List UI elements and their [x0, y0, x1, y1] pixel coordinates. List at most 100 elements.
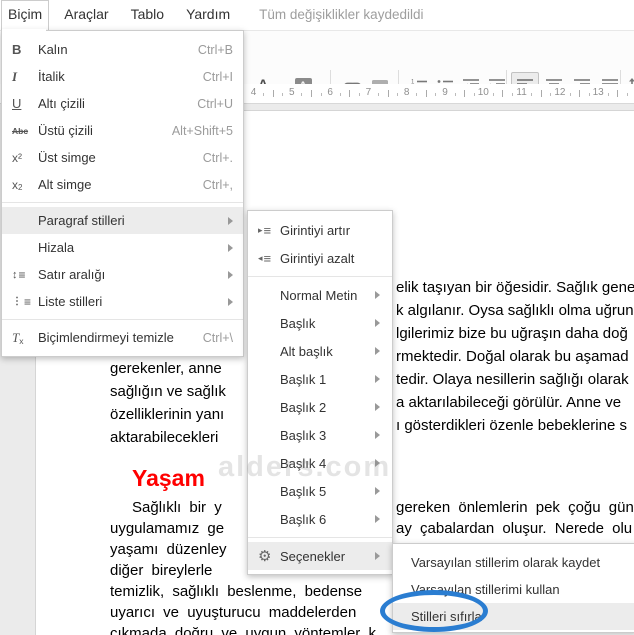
underline-icon	[12, 96, 38, 111]
ruler-tick	[512, 93, 513, 96]
menu-tab-biçim[interactable]: Biçim	[1, 0, 50, 30]
ruler-tick	[339, 93, 341, 96]
ruler-number: 8	[403, 87, 410, 98]
ruler-tick	[454, 93, 456, 96]
active-tab-connector	[2, 29, 46, 32]
menu-item-label: Seçenekler	[280, 548, 346, 564]
menu-item-label: Biçimlendirmeyi temizle	[38, 330, 174, 345]
subscript-icon	[12, 178, 38, 192]
submenu-arrow-icon	[375, 403, 380, 411]
menu-item-label: Liste stilleri	[38, 294, 103, 309]
menu-item-label: İtalik	[38, 69, 65, 84]
menu-item-label: Kalın	[38, 42, 68, 57]
style-options-menu: Varsayılan stillerim olarak kaydet Varsa…	[392, 543, 634, 633]
style-options-item-stilleri-sıfırla[interactable]: Stilleri sıfırla	[393, 603, 634, 630]
gear-icon	[258, 547, 280, 565]
ruler-tick	[310, 90, 312, 97]
submenu-arrow-icon	[228, 297, 233, 306]
google-docs-window: elik taşıyan bir öğesidir. Sağlık gene k …	[0, 0, 634, 635]
submenu-arrow-icon	[375, 487, 380, 495]
format-menu-item-alt-simge[interactable]: Alt simge Ctrl+,	[2, 171, 243, 198]
menu-item-label: Normal Metin	[280, 287, 358, 303]
format-menu-item-hizala[interactable]: Hizala	[2, 234, 243, 261]
ruler-tick	[502, 90, 504, 97]
menu-item-shortcut: Ctrl+,	[202, 177, 233, 192]
ruler-tick	[492, 93, 494, 96]
format-menu-item-üst-simge[interactable]: Üst simge Ctrl+.	[2, 144, 243, 171]
paragraph-styles-menu: Girintiyi artır Girintiyi azalt Normal M…	[247, 210, 393, 575]
indent-increase-icon	[258, 223, 280, 238]
menubar-tabs: Biçim Araçlar Tablo Yardım	[0, 0, 237, 30]
strikethrough-icon	[12, 126, 38, 136]
paragraph-styles-item-başlık[interactable]: Başlık	[248, 309, 392, 337]
menu-separator	[248, 537, 392, 538]
paragraph-styles-item-girintiyi-artır[interactable]: Girintiyi artır	[248, 216, 392, 244]
ruler-tick	[349, 90, 351, 97]
paragraph-styles-item-başlık-6[interactable]: Başlık 6	[248, 505, 392, 533]
menu-item-label: Başlık 6	[280, 511, 327, 527]
submenu-arrow-icon	[375, 515, 380, 523]
list-styles-icon	[12, 295, 38, 309]
menu-item-label: Üst simge	[38, 150, 96, 165]
ruler-tick	[263, 93, 265, 96]
indent-decrease-icon	[258, 251, 280, 266]
menu-item-label: Satır aralığı	[38, 267, 106, 282]
format-menu-item-satır-aralığı[interactable]: Satır aralığı	[2, 261, 243, 288]
menu-separator	[248, 276, 392, 277]
ruler-tick	[397, 93, 399, 96]
submenu-arrow-icon	[375, 431, 380, 439]
menu-item-label: Başlık	[280, 315, 316, 331]
submenu-arrow-icon	[375, 347, 380, 355]
menu-item-label: Varsayılan stillerim olarak kaydet	[411, 555, 601, 570]
ruler-tick	[435, 93, 437, 96]
format-menu-item-altı-çizili[interactable]: Altı çizili Ctrl+U	[2, 90, 243, 117]
submenu-arrow-icon	[375, 291, 380, 299]
menu-item-label: Altı çizili	[38, 96, 85, 111]
menu-item-label: Üstü çizili	[38, 123, 93, 138]
bold-icon	[12, 42, 38, 57]
menu-item-label: Alt başlık	[280, 343, 333, 359]
format-menu-item-kalın[interactable]: Kalın Ctrl+B	[2, 36, 243, 63]
menu-separator	[2, 202, 243, 203]
ruler-tick	[588, 93, 590, 96]
submenu-arrow-icon	[375, 552, 380, 560]
ruler-tick	[550, 93, 552, 96]
paragraph-styles-item-başlık-3[interactable]: Başlık 3	[248, 421, 392, 449]
format-menu-item-liste-stilleri[interactable]: Liste stilleri	[2, 288, 243, 315]
format-menu-item-paragraf-stilleri[interactable]: Paragraf stilleri	[2, 207, 243, 234]
menu-item-label: Hizala	[38, 240, 75, 255]
menu-tab-yardım[interactable]: Yardım	[179, 0, 237, 30]
format-menu: Kalın Ctrl+B İtalik Ctrl+I Altı çizili C…	[1, 30, 244, 357]
ruler-tick	[301, 93, 303, 96]
menu-item-shortcut: Alt+Shift+5	[171, 123, 233, 138]
paragraph-styles-item-başlık-1[interactable]: Başlık 1	[248, 365, 392, 393]
menu-item-label: Başlık 3	[280, 427, 327, 443]
menu-tab-tablo[interactable]: Tablo	[124, 0, 171, 30]
ruler-tick	[569, 93, 571, 96]
paragraph-styles-item-alt-başlık[interactable]: Alt başlık	[248, 337, 392, 365]
style-options-item-varsayılan-stillerimi-kullan[interactable]: Varsayılan stillerimi kullan	[393, 576, 634, 603]
format-menu-item-biçimlendirmeyi-temizle[interactable]: Biçimlendirmeyi temizle Ctrl+\	[2, 324, 243, 351]
save-status: Tüm değişiklikler kaydedildi	[259, 7, 424, 22]
paragraph-styles-item-başlık-2[interactable]: Başlık 2	[248, 393, 392, 421]
format-menu-item-üstü-çizili[interactable]: Üstü çizili Alt+Shift+5	[2, 117, 243, 144]
paragraph-styles-item-seçenekler[interactable]: Seçenekler	[248, 542, 392, 570]
style-options-item-varsayılan-stillerim-olarak-kaydet[interactable]: Varsayılan stillerim olarak kaydet	[393, 549, 634, 576]
ruler-tick	[358, 93, 360, 96]
ruler-tick	[607, 93, 609, 96]
menu-item-label: Girintiyi artır	[280, 222, 351, 238]
ruler-number: 5	[289, 87, 295, 98]
ruler-tick	[464, 90, 466, 97]
submenu-arrow-icon	[375, 319, 380, 327]
menubar: Biçim Araçlar Tablo Yardım Tüm değişiklikle…	[0, 0, 634, 31]
ruler-number: 13	[592, 87, 604, 98]
menu-item-label: Başlık 5	[280, 483, 327, 499]
ruler-tick	[579, 90, 581, 97]
ruler-tick	[540, 90, 542, 97]
ruler-number: 7	[365, 87, 372, 98]
paragraph-styles-item-girintiyi-azalt[interactable]: Girintiyi azalt	[248, 244, 392, 272]
format-menu-item-i-talik[interactable]: İtalik Ctrl+I	[2, 63, 243, 90]
menu-tab-araçlar[interactable]: Araçlar	[57, 0, 115, 30]
ruler-tick	[282, 93, 284, 96]
paragraph-styles-item-normal-metin[interactable]: Normal Metin	[248, 281, 392, 309]
